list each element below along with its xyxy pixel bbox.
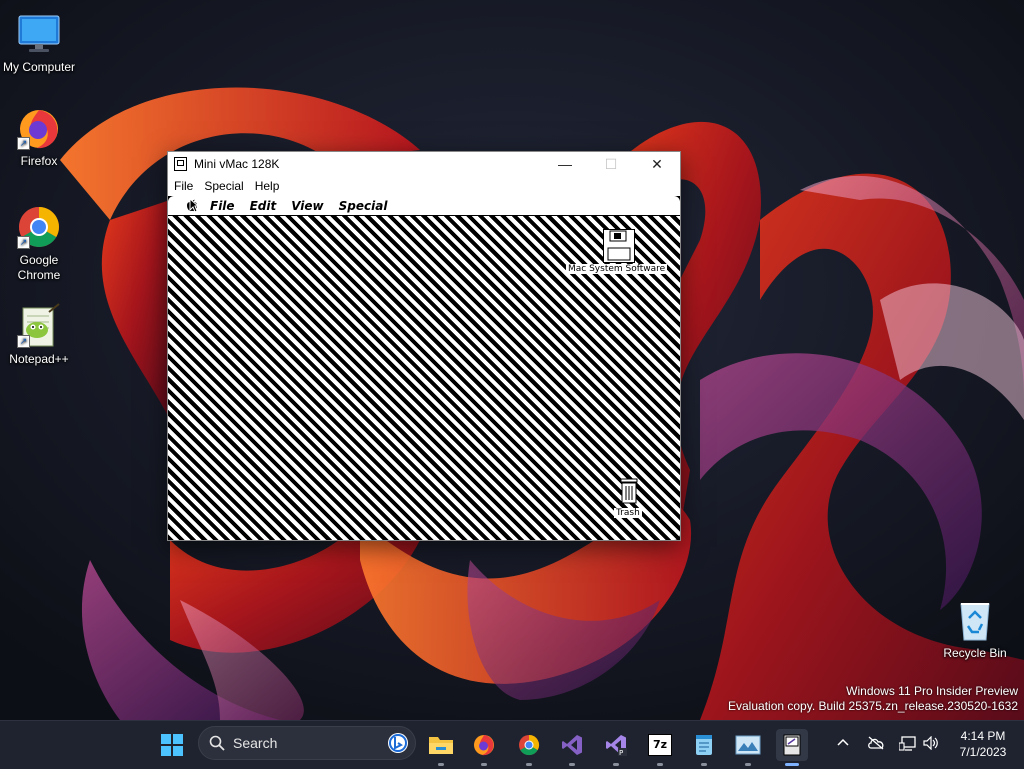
desktop-icon-firefox[interactable]: ↗ Firefox: [0, 104, 78, 169]
disk-label: Mac System Software: [566, 264, 668, 274]
mac-menu-file[interactable]: File: [210, 199, 235, 213]
mac-desktop[interactable]: Mac System Software Trash: [168, 198, 680, 540]
running-indicator: [613, 763, 619, 766]
start-button[interactable]: [156, 729, 188, 761]
desktop-icon-my-computer[interactable]: My Computer: [0, 10, 78, 75]
watermark-line-build: Evaluation copy. Build 25375.zn_release.…: [728, 699, 1018, 713]
taskbar-chrome[interactable]: [513, 729, 545, 766]
menu-special[interactable]: Special: [204, 179, 243, 193]
search-icon: [209, 735, 225, 751]
menu-help[interactable]: Help: [255, 179, 280, 193]
desktop-icon-label: Notepad++: [9, 352, 69, 366]
desktop-icon-label: Google Chrome: [17, 253, 61, 282]
mac-menu-edit[interactable]: Edit: [250, 199, 277, 213]
desktop-icon-label: Firefox: [20, 154, 58, 168]
desktop-icon-google-chrome[interactable]: ↗ Google Chrome: [0, 203, 78, 283]
mini-vmac-app-icon: [174, 157, 187, 171]
mouse-cursor-icon: [189, 198, 199, 213]
desktop-icon-notepadpp[interactable]: ↗ Notepad++: [0, 302, 78, 367]
network-icon[interactable]: [899, 736, 917, 752]
maximize-button[interactable]: ☐: [588, 152, 634, 176]
clock-date: 7/1/2023: [959, 745, 1007, 759]
windows-watermark: Windows 11 Pro Insider Preview Evaluatio…: [728, 684, 1018, 714]
running-indicator: [569, 763, 575, 766]
trash-icon[interactable]: [619, 478, 639, 504]
window-title: Mini vMac 128K: [194, 157, 280, 171]
shortcut-arrow-icon: ↗: [17, 137, 30, 150]
running-indicator: [657, 763, 663, 766]
taskbar-clock[interactable]: 4:14 PM 7/1/2023: [948, 728, 1018, 760]
mini-vmac-icon: [783, 734, 801, 756]
mac-menu-view[interactable]: View: [291, 199, 323, 213]
window-titlebar[interactable]: Mini vMac 128K — ☐ ✕: [168, 152, 680, 176]
clock-time: 4:14 PM: [960, 729, 1006, 743]
taskbar-visual-studio-preview[interactable]: P: [600, 729, 632, 766]
taskbar-firefox[interactable]: [468, 729, 500, 766]
taskbar-visual-studio[interactable]: [556, 729, 588, 766]
visual-studio-preview-icon: P: [606, 735, 627, 757]
minimize-button[interactable]: —: [542, 152, 588, 176]
file-explorer-icon: [429, 737, 453, 754]
firefox-icon: [474, 735, 494, 756]
mini-vmac-window[interactable]: Mini vMac 128K — ☐ ✕ File Special Help F…: [167, 151, 681, 541]
firefox-icon: ↗: [15, 104, 63, 152]
shortcut-arrow-icon: ↗: [17, 236, 30, 249]
desktop-icon-label: Recycle Bin: [943, 646, 1007, 660]
shortcut-arrow-icon: ↗: [17, 335, 30, 348]
bing-icon[interactable]: [387, 732, 409, 754]
chevron-up-icon[interactable]: [836, 736, 850, 750]
mac-menubar: File Edit View Special: [168, 196, 680, 216]
notepadpp-icon: ↗: [15, 302, 63, 350]
taskbar-notepad[interactable]: [688, 729, 720, 766]
start-icon: [161, 734, 183, 756]
mac-screen[interactable]: File Edit View Special Mac System Softwa…: [168, 196, 680, 540]
running-indicator: [481, 763, 487, 766]
menu-file[interactable]: File: [174, 179, 193, 193]
notepad-icon: [696, 735, 712, 755]
running-indicator: [526, 763, 532, 766]
search-placeholder: Search: [233, 735, 278, 751]
7zip-icon: 7z: [648, 734, 672, 756]
chrome-icon: ↗: [15, 203, 63, 251]
window-menubar: File Special Help: [168, 176, 680, 196]
running-indicator: [438, 763, 444, 766]
taskbar-search-box[interactable]: Search: [198, 726, 416, 760]
desktop-icon-label: My Computer: [2, 60, 76, 74]
mac-menu-special[interactable]: Special: [339, 199, 388, 213]
running-indicator: [745, 763, 751, 766]
floppy-disk-icon[interactable]: [603, 229, 635, 263]
onedrive-offline-icon[interactable]: [867, 736, 885, 750]
taskbar-paint[interactable]: [732, 729, 764, 766]
close-button[interactable]: ✕: [634, 152, 680, 176]
recycle-bin-icon: [951, 596, 999, 644]
taskbar-file-explorer[interactable]: [425, 729, 457, 766]
monitor-icon: [15, 10, 63, 58]
watermark-line-edition: Windows 11 Pro Insider Preview: [846, 684, 1018, 698]
chrome-icon: [519, 734, 540, 756]
taskbar-7zip[interactable]: 7z: [644, 729, 676, 766]
visual-studio-icon: [562, 735, 582, 755]
paint-icon: [735, 735, 761, 755]
volume-icon[interactable]: [923, 736, 939, 750]
desktop-icon-recycle-bin[interactable]: Recycle Bin: [936, 596, 1014, 661]
trash-label: Trash: [614, 508, 642, 518]
svg-text:P: P: [619, 749, 623, 757]
taskbar-mini-vmac[interactable]: [776, 729, 808, 766]
running-indicator: [701, 763, 707, 766]
running-indicator: [785, 763, 799, 766]
